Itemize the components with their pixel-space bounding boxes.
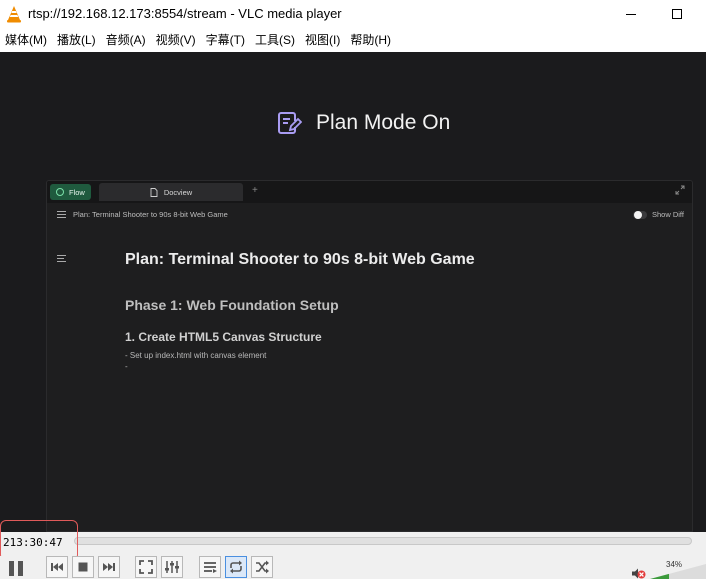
new-tab-plus-icon[interactable]: + <box>252 185 258 196</box>
fullscreen-icon <box>139 560 153 574</box>
maximize-button[interactable] <box>654 0 700 28</box>
video-area[interactable]: Plan Mode On Flow Docview + Plan: Termin… <box>0 52 706 532</box>
volume-slider[interactable] <box>650 564 706 579</box>
edit-document-icon <box>278 112 302 134</box>
plan-mode-banner: Plan Mode On <box>276 110 450 136</box>
title-bar: rtsp://192.168.12.173:8554/stream - VLC … <box>0 0 706 28</box>
doc-list-item: - Set up index.html with canvas element <box>125 351 267 360</box>
expand-icon[interactable] <box>675 185 685 195</box>
window-title: rtsp://192.168.12.173:8554/stream - VLC … <box>28 6 342 21</box>
menu-media[interactable]: 媒体(M) <box>0 29 52 51</box>
show-diff-toggle[interactable] <box>633 211 647 219</box>
mute-icon[interactable] <box>632 568 646 579</box>
show-diff-label: Show Diff <box>652 210 684 219</box>
pause-icon <box>9 560 23 576</box>
outline-icon[interactable] <box>57 255 66 262</box>
menu-subtitle[interactable]: 字幕(T) <box>201 29 250 51</box>
previous-button[interactable] <box>46 556 68 578</box>
flow-icon <box>56 188 64 196</box>
stop-button[interactable] <box>72 556 94 578</box>
list-icon[interactable] <box>57 211 66 218</box>
playlist-icon <box>204 562 217 573</box>
equalizer-icon <box>165 561 179 573</box>
vlc-window: rtsp://192.168.12.173:8554/stream - VLC … <box>0 0 706 579</box>
doc-heading-2: Phase 1: Web Foundation Setup <box>125 297 339 313</box>
menu-audio[interactable]: 音频(A) <box>101 29 151 51</box>
toggle-knob <box>634 211 642 219</box>
flow-button[interactable]: Flow <box>50 184 91 200</box>
flow-label: Flow <box>69 187 85 197</box>
doc-toolbar: Plan: Terminal Shooter to 90s 8-bit Web … <box>47 203 692 225</box>
next-button[interactable] <box>98 556 120 578</box>
embedded-app-window: Flow Docview + Plan: Terminal Shooter to… <box>46 180 693 532</box>
skip-next-icon <box>103 563 115 571</box>
doc-heading-3: 1. Create HTML5 Canvas Structure <box>125 330 322 344</box>
stop-icon <box>78 562 88 572</box>
tab-docview-label: Docview <box>163 187 193 197</box>
shuffle-icon <box>256 560 269 574</box>
menu-help[interactable]: 帮助(H) <box>345 29 396 51</box>
elapsed-time: 213:30:47 <box>3 536 63 549</box>
menu-playback[interactable]: 播放(L) <box>52 29 101 51</box>
menu-video[interactable]: 视频(V) <box>151 29 201 51</box>
doc-path-label: Plan: Terminal Shooter to 90s 8-bit Web … <box>73 210 228 219</box>
control-bar <box>0 556 706 579</box>
menu-bar: 媒体(M) 播放(L) 音频(A) 视频(V) 字幕(T) 工具(S) 视图(I… <box>0 29 706 51</box>
loop-icon <box>230 560 242 574</box>
playlist-button[interactable] <box>199 556 221 578</box>
menu-tools[interactable]: 工具(S) <box>250 29 300 51</box>
pause-button[interactable] <box>3 556 29 579</box>
minimize-icon <box>626 13 636 15</box>
seek-bar[interactable] <box>74 537 692 545</box>
tab-docview[interactable]: Docview <box>99 183 243 201</box>
menu-view[interactable]: 视图(I) <box>300 29 345 51</box>
vlc-cone-icon <box>7 6 21 23</box>
seek-area <box>0 532 706 556</box>
doc-list-item: - <box>125 362 128 371</box>
loop-button[interactable] <box>225 556 247 578</box>
skip-previous-icon <box>51 563 63 571</box>
inner-tab-bar: Flow Docview + <box>47 181 692 203</box>
document-icon <box>150 187 158 197</box>
minimize-button[interactable] <box>608 0 654 28</box>
fullscreen-button[interactable] <box>135 556 157 578</box>
doc-heading-1: Plan: Terminal Shooter to 90s 8-bit Web … <box>125 251 475 268</box>
shuffle-button[interactable] <box>251 556 273 578</box>
document-body: Plan: Terminal Shooter to 90s 8-bit Web … <box>125 251 665 372</box>
plan-mode-text: Plan Mode On <box>316 111 451 134</box>
maximize-icon <box>672 9 682 19</box>
extended-settings-button[interactable] <box>161 556 183 578</box>
